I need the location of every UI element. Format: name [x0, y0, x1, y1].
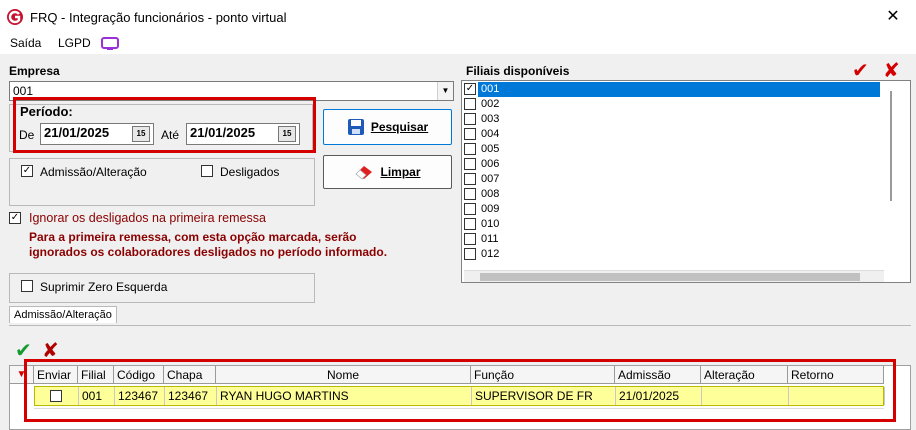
filial-code: 004	[481, 128, 500, 140]
filial-list-item[interactable]: 008	[464, 187, 864, 202]
suprimir-label: Suprimir Zero Esquerda	[40, 280, 168, 294]
limpar-button[interactable]: Limpar	[323, 155, 452, 189]
filial-code: 001	[481, 83, 500, 95]
selection-highlight	[478, 82, 883, 97]
filial-checkbox[interactable]	[464, 158, 476, 170]
ignorar-checkbox[interactable]: ✓	[9, 212, 21, 224]
menu-saida[interactable]: Saída	[10, 36, 41, 50]
horizontal-scrollbar[interactable]	[464, 270, 884, 282]
eraser-icon	[355, 166, 373, 180]
scroll-thumb[interactable]	[480, 273, 860, 281]
save-disk-icon	[347, 119, 364, 135]
filial-list-item[interactable]: 009	[464, 202, 864, 217]
filial-checkbox[interactable]	[464, 218, 476, 230]
pesquisar-label: Pesquisar	[370, 120, 429, 134]
filial-list-item[interactable]: 007	[464, 172, 864, 187]
filial-list-item[interactable]: 011	[464, 232, 864, 247]
ignorar-label: Ignorar os desligados na primeira remess…	[29, 211, 266, 225]
filial-code: 009	[481, 203, 500, 215]
highlight-periodo	[13, 97, 316, 153]
menu-lgpd[interactable]: LGPD	[58, 36, 91, 50]
tab-divider	[9, 325, 911, 326]
monitor-icon[interactable]	[101, 37, 119, 51]
ignorar-note-line2: ignorados os colaboradores desligados no…	[29, 245, 388, 259]
filial-list-item[interactable]: 003	[464, 112, 864, 127]
filial-code: 006	[481, 158, 500, 170]
vertical-scroll-thumb[interactable]	[890, 91, 892, 201]
filial-checkbox[interactable]	[464, 233, 476, 245]
filial-code: 010	[481, 218, 500, 230]
filial-checkbox[interactable]	[464, 173, 476, 185]
filial-list-item[interactable]: 002	[464, 97, 864, 112]
filial-code: 003	[481, 113, 500, 125]
desligados-label: Desligados	[220, 165, 280, 179]
filial-checkbox[interactable]	[464, 113, 476, 125]
filial-list-item[interactable]: 012	[464, 247, 864, 262]
chevron-down-icon[interactable]: ▼	[437, 82, 453, 100]
filial-list-item[interactable]: 004	[464, 127, 864, 142]
filial-list-item[interactable]: 010	[464, 217, 864, 232]
close-window-button[interactable]: ✕	[880, 6, 906, 28]
highlight-grid	[24, 359, 896, 422]
filial-checkbox[interactable]	[464, 143, 476, 155]
pesquisar-button[interactable]: Pesquisar	[323, 109, 452, 145]
filial-list-item[interactable]: ✓ 001	[464, 82, 883, 97]
menu-bar	[0, 34, 916, 54]
filiais-label: Filiais disponíveis	[466, 64, 570, 78]
filial-list-item[interactable]: 005	[464, 142, 864, 157]
admissao-checkbox[interactable]: ✓	[21, 165, 33, 177]
empresa-value: 001	[13, 84, 34, 98]
app-logo-icon	[7, 9, 23, 25]
filial-list-item[interactable]: 006	[464, 157, 864, 172]
tab-admissao-alteracao[interactable]: Admissão/Alteração	[9, 306, 117, 323]
filial-code: 007	[481, 173, 500, 185]
empresa-label: Empresa	[9, 64, 60, 78]
filial-code: 011	[481, 233, 499, 245]
filiais-list[interactable]: ✓ 001 002 003 004 005 006 007 008 009 010 011 012	[461, 80, 911, 283]
filial-checkbox[interactable]	[464, 248, 476, 260]
filial-checkbox[interactable]	[464, 188, 476, 200]
filial-code: 008	[481, 188, 500, 200]
limpar-label: Limpar	[380, 165, 421, 179]
filial-checkbox[interactable]	[464, 98, 476, 110]
filial-code: 005	[481, 143, 500, 155]
filial-checkbox[interactable]	[464, 203, 476, 215]
admissao-label: Admissão/Alteração	[40, 165, 147, 179]
filial-checkbox[interactable]: ✓	[464, 83, 476, 95]
list-scroll-track	[880, 81, 890, 264]
ignorar-note-line1: Para a primeira remessa, com esta opção …	[29, 230, 357, 244]
window-title: FRQ - Integração funcionários - ponto vi…	[30, 10, 287, 25]
desligados-checkbox[interactable]	[201, 165, 213, 177]
filial-checkbox[interactable]	[464, 128, 476, 140]
filial-code: 012	[481, 248, 500, 260]
suprimir-checkbox[interactable]	[21, 280, 33, 292]
filial-code: 002	[481, 98, 500, 110]
